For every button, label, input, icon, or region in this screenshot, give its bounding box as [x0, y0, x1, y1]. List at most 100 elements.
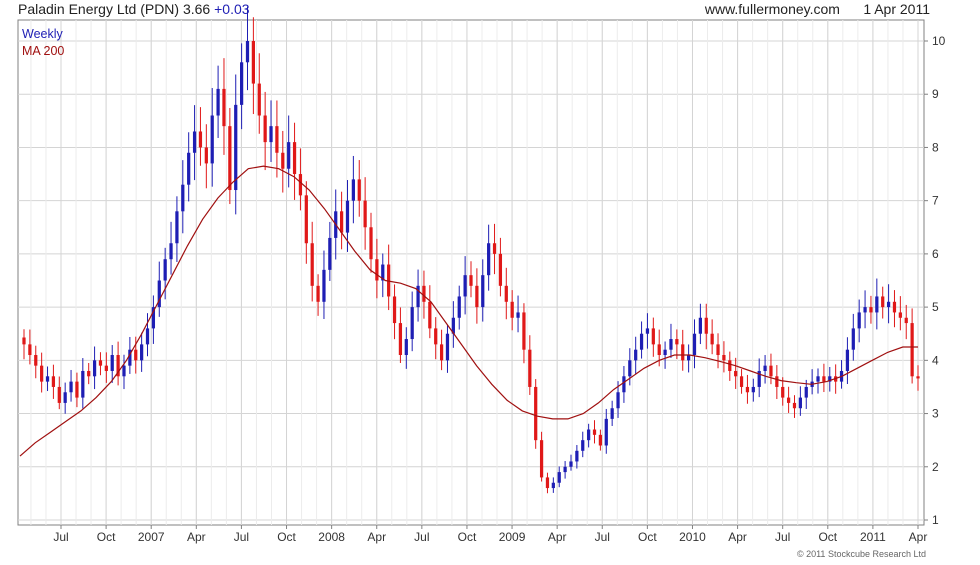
y-tick-label: 2 [932, 460, 939, 474]
candle-body [345, 200, 350, 233]
x-tick-label: Jul [53, 530, 68, 544]
candle-body [439, 344, 444, 361]
candle-body [504, 285, 508, 302]
candle-body [404, 339, 408, 356]
candle-body [275, 126, 279, 153]
candle-body [287, 142, 291, 169]
candle-body [904, 317, 908, 324]
y-tick-label: 3 [932, 407, 939, 421]
candle-body [81, 370, 85, 398]
candle-body [339, 211, 344, 233]
x-tick-label: Oct [638, 530, 657, 544]
candle-body [122, 365, 126, 377]
candle-body [281, 152, 285, 169]
candle-body [357, 179, 361, 201]
candle-body [751, 386, 755, 393]
candle-body [140, 344, 144, 361]
candle-body [910, 323, 914, 377]
candle-body [292, 142, 297, 175]
candle-body [622, 376, 626, 393]
y-tick-label: 1 [932, 513, 939, 527]
candle-body [722, 355, 726, 361]
candle-body [234, 104, 238, 191]
candle-body [298, 174, 303, 196]
x-tick-label: Apr [367, 530, 386, 544]
chart-date: 1 Apr 2011 [863, 1, 930, 17]
candle-body [445, 333, 450, 361]
candle-body [510, 301, 514, 318]
candle-body [475, 285, 479, 308]
y-tick-label: 4 [932, 353, 939, 367]
candle-body [645, 328, 650, 334]
candle-body [681, 344, 685, 361]
candle-body [657, 344, 661, 356]
candle-body [592, 429, 597, 435]
candle-body [422, 285, 426, 302]
candle-body [598, 434, 603, 446]
candle-body [898, 312, 902, 318]
candle-body [563, 466, 567, 473]
candle-body [187, 152, 191, 185]
x-tick-label: 2008 [318, 530, 345, 544]
x-tick-label: Jul [414, 530, 429, 544]
candle-body [351, 179, 355, 201]
candle-body [769, 365, 773, 377]
candle-body [469, 275, 473, 286]
candle-body [410, 307, 414, 340]
candle-body [463, 275, 467, 297]
y-tick-label: 10 [932, 34, 946, 48]
candle-body [28, 344, 32, 356]
candle-body [804, 386, 808, 398]
x-tick-label: Apr [728, 530, 747, 544]
y-tick-label: 8 [932, 140, 939, 154]
candle-body [675, 339, 679, 345]
site-link[interactable]: www.fullermoney.com [705, 1, 840, 17]
x-tick-label: 2010 [679, 530, 706, 544]
candle-body [892, 301, 897, 313]
candle-body [687, 355, 691, 361]
x-tick-label: Jul [234, 530, 249, 544]
candle-body [845, 349, 850, 371]
x-tick-label: Apr [548, 530, 567, 544]
candle-body [557, 472, 561, 483]
candle-body [222, 88, 226, 127]
candle-body [104, 365, 108, 371]
candle-body [375, 259, 379, 281]
candle-body [581, 440, 585, 451]
candle-body [92, 360, 97, 377]
x-tick-label: Jul [595, 530, 610, 544]
candle-body [363, 200, 367, 228]
price-change: +0.03 [214, 1, 250, 17]
x-tick-label: 2011 [860, 530, 886, 544]
candle-body [192, 131, 197, 153]
candle-body [175, 211, 179, 244]
candle-body [616, 392, 620, 409]
candle-body [857, 312, 861, 329]
candle-body [251, 41, 255, 84]
candle-body [240, 62, 244, 105]
chart-svg: 1 2 3 4 5 6 7 8 9 10 Jul Oct 2007 Apr Jul Oct 2008 Apr Jul… [17, 6, 946, 544]
candle-body [198, 131, 203, 148]
candle-body [516, 312, 520, 318]
candle-body [628, 360, 632, 377]
candle-body [610, 408, 614, 419]
candle-body [257, 83, 261, 116]
candle-body [575, 450, 579, 462]
x-tick-label: Oct [458, 530, 477, 544]
candle-body [881, 296, 885, 308]
x-tick-label: Apr [187, 530, 206, 544]
candle-body [587, 429, 591, 441]
candle-body [875, 296, 879, 313]
chart-title: Paladin Energy Ltd (PDN) 3.66 +0.03 [18, 1, 250, 17]
candle-body [781, 386, 785, 398]
legend-weekly: Weekly [22, 27, 63, 41]
candle-body [87, 370, 91, 377]
candle-body [398, 323, 403, 356]
candle-body [739, 376, 744, 387]
candle-body [851, 328, 855, 350]
candle-body [534, 386, 538, 441]
candle-body [204, 147, 208, 164]
candle-body [692, 333, 697, 356]
candle-body [51, 376, 56, 387]
candle-body [457, 296, 461, 318]
